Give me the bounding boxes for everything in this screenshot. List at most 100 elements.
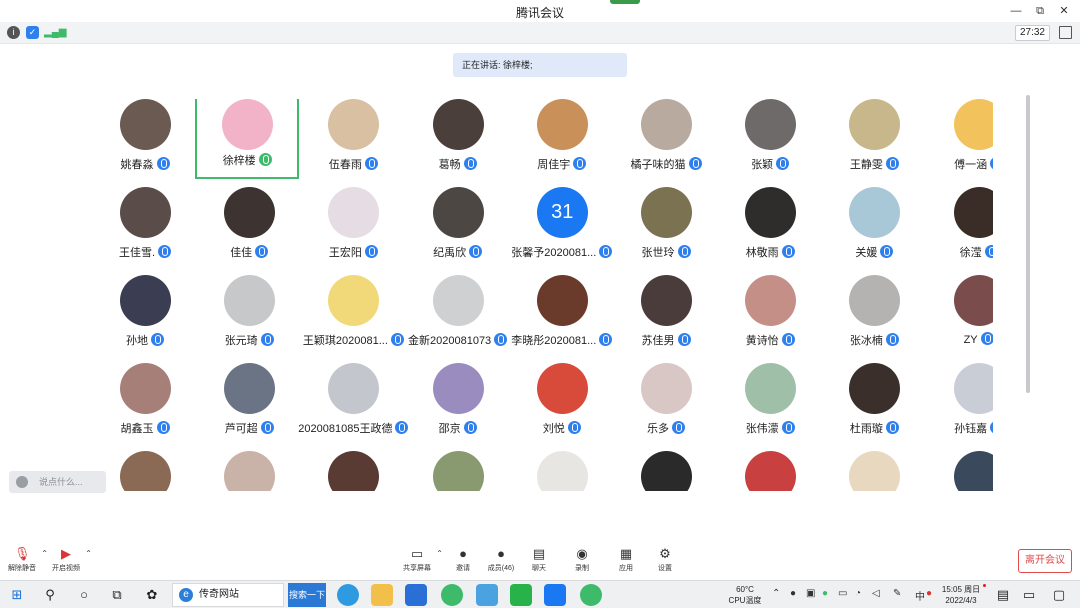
participant-tile[interactable] — [93, 451, 197, 491]
participant-tile[interactable]: 李晓彤2020081... — [510, 275, 614, 363]
sogou-icon[interactable]: ● — [926, 588, 932, 599]
participant-tile[interactable] — [718, 451, 822, 491]
participant-tile[interactable]: 刘悦 — [510, 363, 614, 451]
chat-quick-input[interactable]: 说点什么... — [9, 471, 106, 493]
avatar — [953, 99, 993, 150]
action-center-icon[interactable]: ▭ — [1020, 586, 1038, 604]
participant-tile[interactable]: 周佳宇 — [510, 99, 614, 187]
signal-icon[interactable]: ▂▄▆ — [44, 26, 66, 39]
tencent-meeting-icon[interactable] — [544, 584, 566, 606]
chevron-up-icon[interactable]: ⌃ — [85, 549, 92, 558]
participant-tile[interactable]: ZY — [927, 275, 993, 363]
tray-tool-icon[interactable]: ✎ — [893, 588, 901, 599]
system-clock[interactable]: 15:05 周日 2022/4/3 — [936, 584, 986, 606]
participant-tile[interactable]: 金新2020081073 — [406, 275, 510, 363]
participant-tile[interactable] — [301, 451, 405, 491]
cortana-icon[interactable]: ○ — [75, 586, 93, 604]
participant-tile[interactable]: 徐梓楼 — [195, 99, 300, 179]
participant-tile[interactable]: 2020081085王政德 — [298, 363, 409, 451]
participant-tile[interactable]: 乐多 — [614, 363, 718, 451]
taskbar-browser-item[interactable]: e 传奇网站 — [172, 583, 284, 607]
participant-tile[interactable]: 张伟濛 — [718, 363, 822, 451]
participant-tile[interactable] — [197, 451, 301, 491]
chevron-up-icon[interactable]: ⌃ — [436, 549, 443, 558]
participant-tile[interactable]: 傅一涵 — [927, 99, 993, 187]
photos-icon[interactable] — [476, 584, 498, 606]
participant-tile[interactable]: 纪禹欣 — [406, 187, 510, 275]
mute-button[interactable]: 🎙 解除静音 ⌃ — [4, 547, 48, 573]
tray-360-icon[interactable]: ● — [822, 588, 828, 599]
participant-tile[interactable]: 杜雨璇 — [822, 363, 926, 451]
participant-tile[interactable]: 张世玲 — [614, 187, 718, 275]
chat-button[interactable]: ▤ 聊天 — [521, 547, 557, 573]
minimize-button[interactable]: — — [1004, 2, 1028, 20]
tray-chevron-up-icon[interactable]: ⌃ — [772, 588, 780, 599]
chevron-up-icon[interactable]: ⌃ — [41, 549, 48, 558]
maximize-button[interactable]: ⧉ — [1028, 2, 1052, 20]
edge-icon[interactable] — [337, 584, 359, 606]
participant-tile[interactable]: 林敬雨 — [718, 187, 822, 275]
apps-button[interactable]: ▦ 应用 — [608, 547, 644, 573]
video-button[interactable]: ▶ 开启视频 ⌃ — [48, 547, 92, 573]
task-view-icon[interactable]: ⧉ — [108, 586, 126, 604]
battery-icon[interactable]: ▭ — [838, 588, 847, 599]
participant-tile[interactable]: 31 张馨予2020081... — [510, 187, 614, 275]
windows-start-icon[interactable]: ⊞ — [8, 586, 26, 604]
participant-tile[interactable] — [510, 451, 614, 491]
close-button[interactable]: ✕ — [1052, 2, 1076, 20]
participant-tile[interactable]: 伍春雨 — [301, 99, 405, 187]
notification-icon[interactable]: ▢ — [1050, 586, 1068, 604]
participant-tile[interactable]: 王静雯 — [822, 99, 926, 187]
taskbar-app-icon[interactable]: ▤ — [994, 586, 1012, 604]
participant-tile[interactable] — [822, 451, 926, 491]
participant-tile[interactable]: 橘子味的猫 — [614, 99, 718, 187]
fullscreen-icon[interactable] — [1059, 26, 1072, 39]
emoji-icon[interactable] — [16, 476, 28, 488]
participant-tile[interactable]: 芦可超 — [197, 363, 301, 451]
participant-tile[interactable]: 胡鑫玉 — [93, 363, 197, 451]
participant-tile[interactable]: 徐滢 — [927, 187, 993, 275]
participant-tile[interactable]: 孙钰嘉 — [927, 363, 993, 451]
wechat-icon[interactable] — [580, 584, 602, 606]
invite-button[interactable]: ● 邀请 — [445, 547, 481, 573]
mail-icon[interactable] — [405, 584, 427, 606]
participant-tile[interactable] — [406, 451, 510, 491]
iqiyi-icon[interactable] — [510, 584, 532, 606]
avatar — [745, 99, 797, 150]
app-icon[interactable]: ✿ — [143, 586, 161, 604]
network-icon[interactable]: ◔ — [855, 588, 861, 599]
participant-tile[interactable]: 苏佳男 — [614, 275, 718, 363]
grid-scrollbar[interactable] — [1026, 95, 1030, 393]
participant-tile[interactable]: 张颖 — [718, 99, 822, 187]
folder-icon[interactable] — [371, 584, 393, 606]
participant-tile[interactable]: 关媛 — [822, 187, 926, 275]
leave-meeting-button[interactable]: 离开会议 — [1018, 549, 1072, 573]
search-icon[interactable]: ⚲ — [41, 586, 59, 604]
settings-button[interactable]: ⚙ 设置 — [647, 547, 683, 573]
info-icon[interactable]: i — [7, 26, 20, 39]
cpu-temperature[interactable]: 60°C CPU温度 — [724, 584, 766, 606]
participant-tile[interactable]: 姚春淼 — [93, 99, 197, 187]
members-button[interactable]: ● 成员(46) — [483, 547, 519, 573]
search-button[interactable]: 搜索一下 — [288, 583, 326, 607]
shield-icon[interactable]: ✓ — [26, 26, 39, 39]
participant-tile[interactable]: 张元琦 — [197, 275, 301, 363]
participant-tile[interactable]: 王佳雪. — [93, 187, 197, 275]
volume-icon[interactable]: ◁ — [872, 588, 880, 599]
tray-app-icon[interactable]: ▣ — [806, 588, 815, 599]
participant-tile[interactable]: 王颖琪2020081... — [301, 275, 405, 363]
participant-tile[interactable]: 邵京 — [406, 363, 510, 451]
participant-tile[interactable] — [614, 451, 718, 491]
record-button[interactable]: ◉ 录制 — [564, 547, 600, 573]
share-screen-button[interactable]: ▭ 共享屏幕 ⌃ — [399, 547, 443, 573]
participant-tile[interactable]: 葛畅 — [406, 99, 510, 187]
participant-tile[interactable]: 孙地 — [93, 275, 197, 363]
participant-tile[interactable]: 佳佳 — [197, 187, 301, 275]
participant-tile[interactable]: 王宏阳 — [301, 187, 405, 275]
participant-tile[interactable] — [927, 451, 993, 491]
participant-tile[interactable]: 张冰楠 — [822, 275, 926, 363]
microphone-tray-icon[interactable]: ● — [790, 588, 796, 599]
input-method-icon[interactable]: 中 — [915, 588, 925, 603]
participant-tile[interactable]: 黄诗怡 — [718, 275, 822, 363]
browser-360-icon[interactable] — [441, 584, 463, 606]
